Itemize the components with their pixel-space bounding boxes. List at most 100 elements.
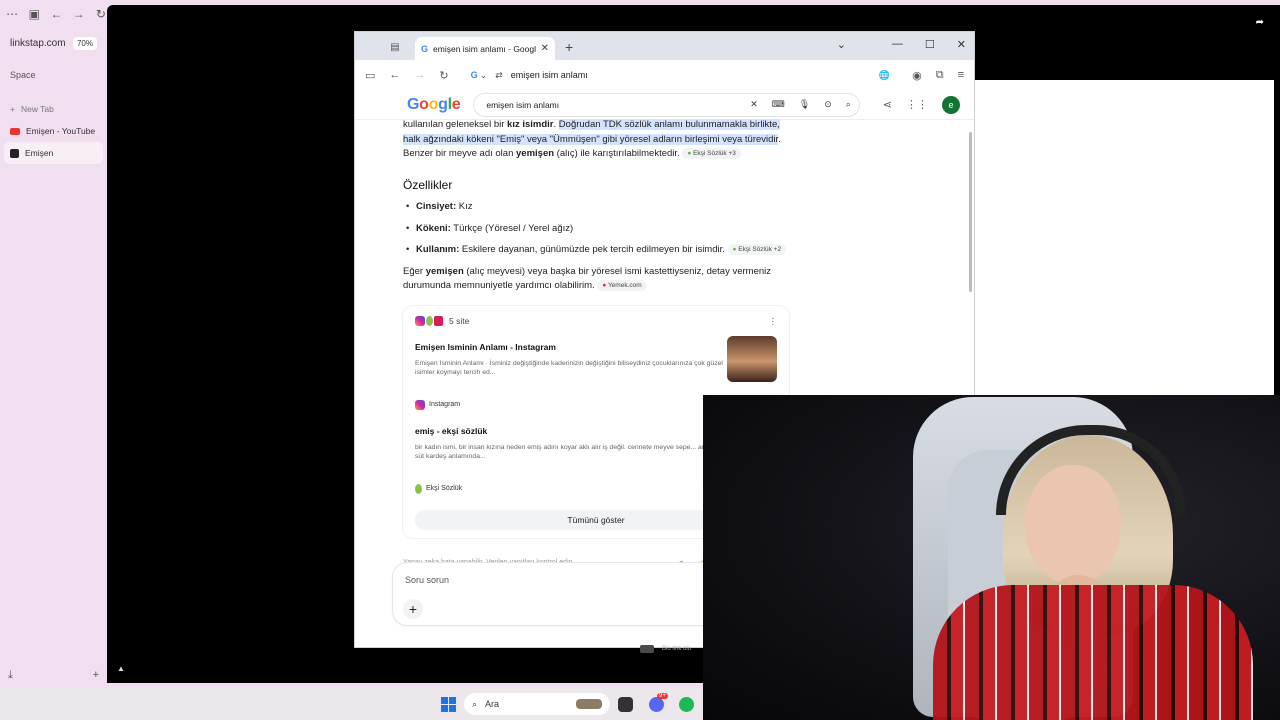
browser-toolbar: ▭ ← → ↻ G ⌄ ⇄ emişen isim anlamı 🌐 ◉ ⧉ ≡: [355, 60, 974, 90]
space-label: Space: [10, 70, 36, 80]
ask-box[interactable]: Soru sorun +: [393, 563, 723, 625]
search-query[interactable]: emişen isim anlamı: [486, 100, 750, 110]
features-list: Cinsiyet: Kız Kökeni: Türkçe (Yöresel / …: [403, 200, 793, 258]
source-site-name: Instagram: [429, 400, 461, 408]
tab-search-icon[interactable]: ▤: [389, 42, 401, 53]
mic-icon[interactable]: 🎙: [799, 99, 810, 110]
scrollbar[interactable]: [969, 132, 972, 292]
close-tab-icon[interactable]: ✕: [541, 43, 549, 54]
add-attachment-button[interactable]: +: [403, 599, 423, 619]
webcam-overlay: [703, 395, 1280, 720]
background-page: [975, 80, 1274, 396]
back-icon[interactable]: ←: [50, 7, 63, 21]
source-chip-label: Ekşi Sözlük +3: [693, 149, 736, 157]
search-highlight-icon: [576, 699, 602, 709]
new-tab-icon[interactable]: +: [565, 39, 573, 55]
site-info-icon[interactable]: ⇄: [495, 70, 503, 81]
feature-value: Türkçe (Yöresel / Yerel ağız): [450, 222, 574, 234]
toolbar-actions: ◉ ⧉ ≡: [912, 69, 964, 82]
google-favicon-icon: G: [421, 43, 429, 54]
followup-paragraph: Eğer yemişen (alıç meyvesi) veya başka b…: [403, 265, 793, 294]
taskbar-search[interactable]: ⌕ Ara: [464, 693, 610, 715]
plaid-shirt: [933, 585, 1253, 720]
feature-label: Kullanım:: [416, 244, 460, 255]
google-header-actions: ⋖ ⋮⋮ e: [883, 95, 960, 114]
sidebar-controls: ⋯ ▣ ← → ↻: [0, 0, 107, 28]
google-logo[interactable]: Google: [407, 96, 461, 114]
zoom-badge[interactable]: 70%: [72, 36, 97, 50]
maximize-icon[interactable]: ☐: [925, 38, 935, 51]
forward-icon[interactable]: →: [73, 7, 85, 21]
sources-header[interactable]: 5 site ⋮: [415, 314, 777, 329]
para-bold: yemişen: [425, 265, 464, 277]
eksi-icon: [415, 483, 422, 494]
download-icon[interactable]: ⤓: [8, 669, 13, 682]
ask-placeholder[interactable]: Soru sorun: [405, 575, 449, 585]
close-icon[interactable]: ✕: [957, 38, 966, 51]
translate-icon[interactable]: 🌐: [879, 70, 890, 81]
avatar[interactable]: e: [942, 95, 960, 114]
source-thumbnail[interactable]: [727, 336, 777, 382]
features-heading: Özellikler: [403, 177, 453, 192]
sidebar-tab-emisen[interactable]: Emişen: [4, 142, 103, 164]
source-site-name: Ekşi Sözlük: [426, 484, 463, 492]
sidebar-toggle-icon[interactable]: ▣: [28, 7, 40, 21]
sources-count: 5 site: [449, 315, 470, 326]
source-title[interactable]: Emişen Isminin Anlamı - Instagram: [415, 340, 777, 355]
youtube-icon: [10, 127, 20, 135]
search-engine-chip[interactable]: G ⌄: [471, 70, 488, 81]
google-header: Google emişen isim anlamı ✕ ⌨ 🎙 ⊙ ⌕ ⋖ ⋮⋮…: [355, 90, 974, 120]
apps-grid-icon[interactable]: ⋮⋮: [906, 98, 928, 111]
biolink-text: Bio link olu: [662, 646, 692, 652]
source-snippet: Emişen Isminin Anlamı · İsminiz değiştiğ…: [415, 359, 723, 377]
intro-text: .: [553, 119, 559, 130]
back-icon[interactable]: ←: [389, 69, 400, 81]
source-chip-label: Ekşi Sözlük +2: [738, 245, 782, 253]
source-chip[interactable]: ● Yemek.com: [597, 279, 647, 291]
list-item: Kullanım: Eskilere dayanan, günümüzde pe…: [403, 243, 793, 258]
feature-value: Eskilere dayanan, günümüzde pek tercih e…: [459, 244, 725, 255]
lens-icon[interactable]: ⊙: [824, 99, 832, 110]
profile-icon[interactable]: ◉: [912, 69, 922, 82]
sidebar-url-bar[interactable]: linkstap.com 70%: [4, 32, 103, 54]
spotify-icon[interactable]: [679, 697, 694, 712]
tab-title: emişen isim anlamı - Google'da: [433, 43, 536, 54]
address-bar[interactable]: G ⌄ ⇄ emişen isim anlamı 🌐: [463, 64, 898, 86]
list-item: Kökeni: Türkçe (Yöresel / Yerel ağız): [403, 222, 793, 237]
minimize-icon[interactable]: —: [892, 38, 903, 51]
forward-icon[interactable]: →: [414, 69, 425, 81]
source-chip[interactable]: ● Ekşi Sözlük +3: [682, 147, 741, 159]
sidebar-tab-youtube[interactable]: Emişen - YouTube: [4, 120, 103, 142]
keyboard-icon[interactable]: ⌨: [772, 99, 785, 110]
side-panel-icon[interactable]: ▭: [365, 69, 375, 82]
clear-icon[interactable]: ✕: [750, 99, 758, 110]
feature-label: Kökeni:: [416, 222, 451, 234]
chevron-down-icon[interactable]: ⌄: [837, 38, 846, 51]
reload-icon[interactable]: ↻: [95, 7, 107, 21]
new-tab-label: New Tab: [20, 104, 54, 114]
instagram-icon: [415, 315, 425, 326]
file-explorer-icon[interactable]: [618, 697, 633, 712]
menu-icon[interactable]: ≡: [958, 69, 964, 82]
windows-start-icon[interactable]: [441, 697, 456, 712]
source-chip[interactable]: ● Ekşi Sözlük +2: [727, 243, 787, 255]
share-icon[interactable]: ⋖: [883, 98, 892, 111]
address-text: emişen isim anlamı: [510, 70, 588, 80]
search-icon[interactable]: ⌕: [846, 99, 851, 110]
sidebar-footer: ⤓ +: [8, 669, 99, 682]
discord-icon[interactable]: [649, 697, 664, 712]
notification-badge: 9+: [657, 693, 668, 699]
overlay-icon: [640, 645, 654, 653]
biolink-overlay: Bio link olu: [640, 645, 691, 653]
extensions-icon[interactable]: ⧉: [936, 69, 944, 82]
caret-up-icon[interactable]: ▲: [117, 664, 125, 673]
google-search-box[interactable]: emişen isim anlamı ✕ ⌨ 🎙 ⊙ ⌕: [474, 94, 858, 116]
eksi-icon: [426, 315, 433, 326]
more-options-icon[interactable]: ⋮: [769, 314, 778, 329]
add-icon[interactable]: +: [93, 669, 99, 682]
new-tab-button[interactable]: + New Tab: [4, 98, 103, 120]
more-icon[interactable]: ⋯: [6, 7, 18, 21]
tab-google[interactable]: G emişen isim anlamı - Google'da ✕: [415, 37, 555, 60]
share-arrow-icon[interactable]: ➦: [1256, 17, 1264, 28]
reload-icon[interactable]: ↻: [439, 69, 448, 82]
